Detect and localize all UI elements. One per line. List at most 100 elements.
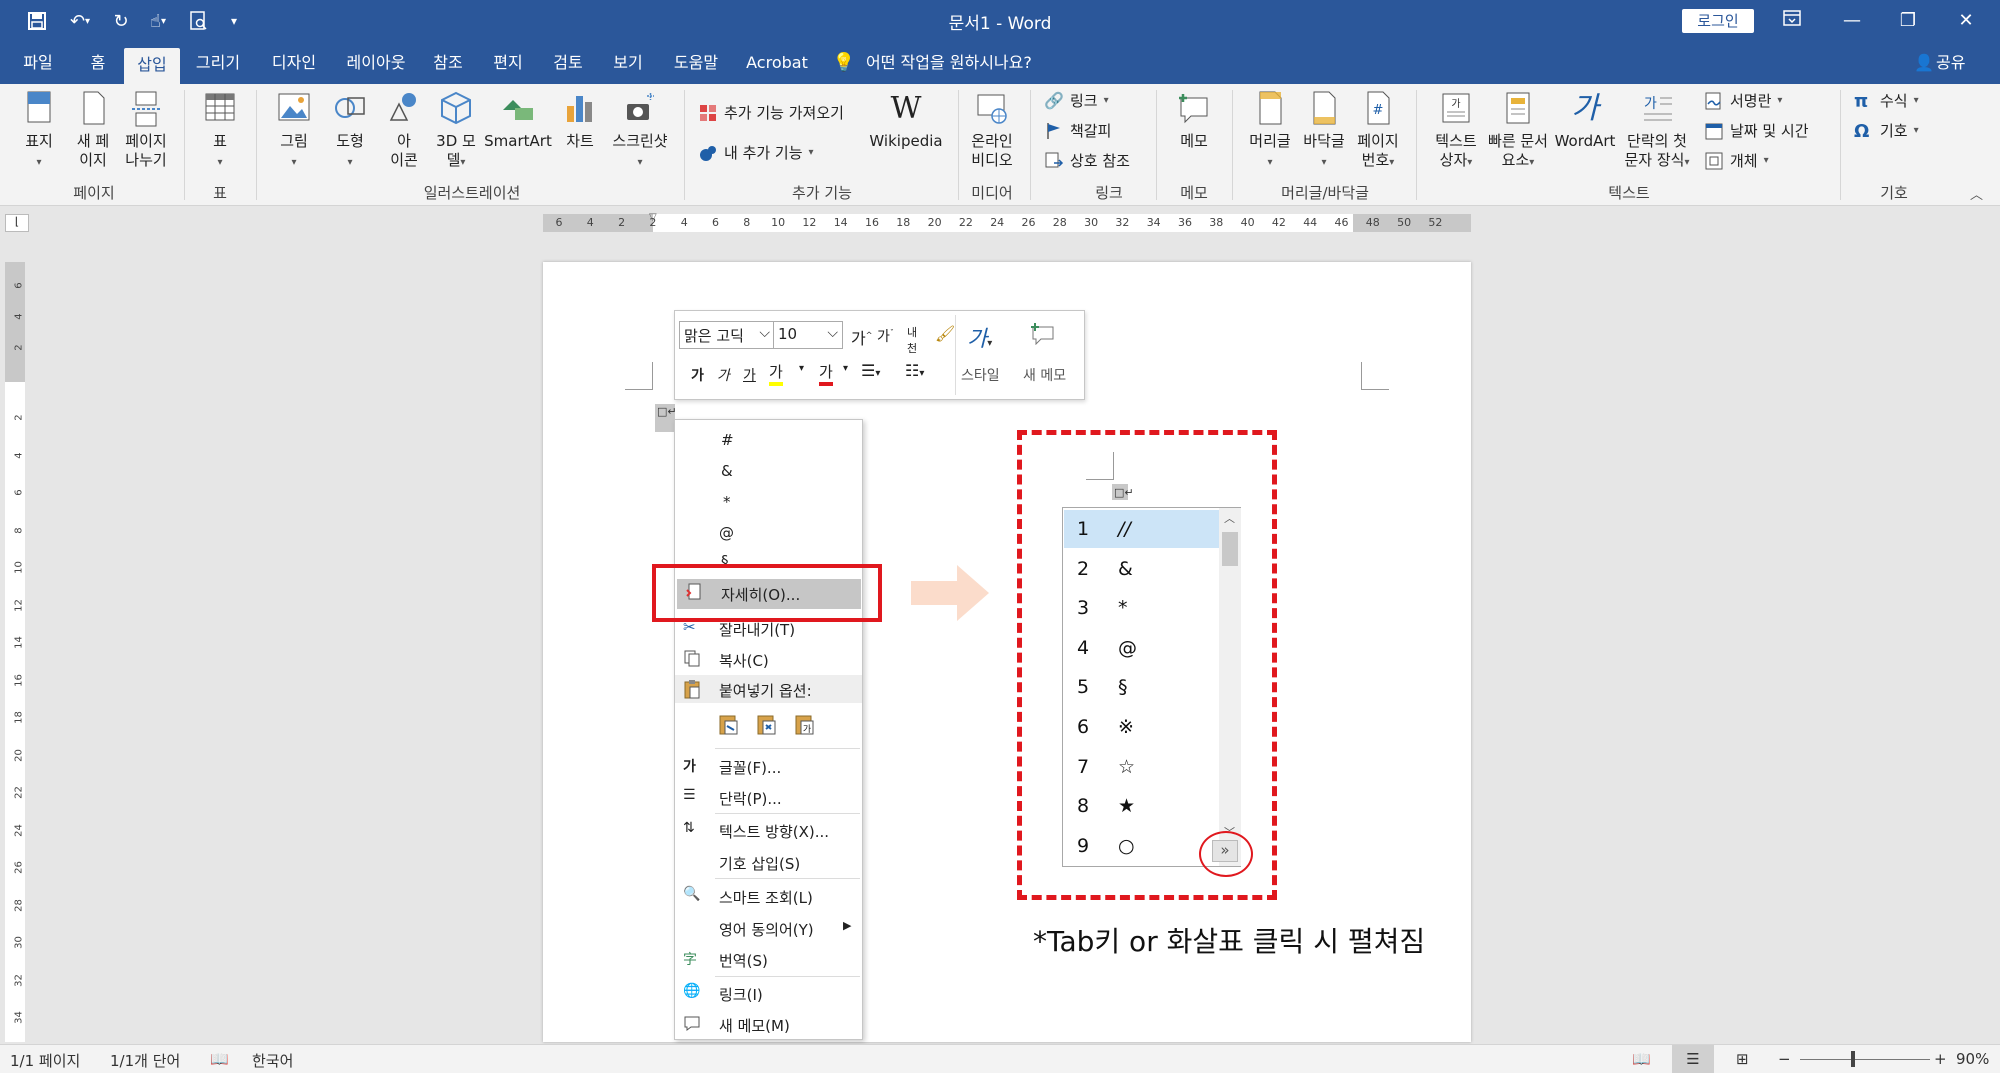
shapes-button[interactable]: 도형 ▾ bbox=[326, 90, 374, 172]
read-mode-icon[interactable]: 📖 bbox=[1632, 1050, 1651, 1068]
collapse-ribbon-icon[interactable]: ︿ bbox=[1970, 184, 1983, 203]
autocomplete-row[interactable]: 8 ★ bbox=[1064, 787, 1219, 825]
scrollbar-thumb[interactable] bbox=[1222, 532, 1238, 566]
italic-icon[interactable]: 가 bbox=[717, 365, 730, 385]
new-comment-icon[interactable] bbox=[1029, 321, 1055, 349]
vertical-ruler[interactable]: 6 4 2 2 4 6 8 10 12 14 16 18 20 22 24 26 28 30 32 34 bbox=[5, 262, 25, 1042]
text-box-button[interactable]: 가 텍스트 상자▾ bbox=[1428, 90, 1484, 172]
symbol-autocomplete-list[interactable]: 1//2 & 3 * 4 @5 § 6 ※ 7 ☆ 8 ★ 9 ○ ︿ ﹀ bbox=[1062, 507, 1241, 867]
new-comment-label[interactable]: 새 메모 bbox=[1023, 365, 1066, 385]
font-name-combo[interactable]: 맑은 고딕 ⌵ bbox=[679, 321, 775, 349]
chevron-down-icon[interactable]: ▾ bbox=[843, 363, 848, 374]
screenshot-button[interactable]: 스크린샷 ▾ bbox=[606, 90, 674, 172]
tab-references[interactable]: 참조 bbox=[424, 42, 472, 84]
equation-button[interactable]: π 수식 ▾ bbox=[1854, 90, 1919, 112]
smart-lookup-item[interactable]: 🔍 스마트 조회(L) bbox=[675, 882, 862, 910]
tab-review[interactable]: 검토 bbox=[544, 42, 592, 84]
page-count[interactable]: 1/1 페이지 bbox=[10, 1050, 80, 1071]
tab-help[interactable]: 도움말 bbox=[664, 42, 728, 84]
symbol-suggestion-item[interactable]: * bbox=[675, 488, 862, 516]
blank-page-button[interactable]: 새 페 이지 bbox=[68, 90, 118, 170]
autocomplete-row[interactable]: 2 & bbox=[1064, 550, 1219, 588]
cross-reference-button[interactable]: 상호 참조 bbox=[1044, 150, 1130, 171]
web-layout-icon[interactable]: ⊞ bbox=[1736, 1050, 1749, 1068]
grow-font-icon[interactable]: 가^ bbox=[851, 325, 872, 349]
font-size-combo[interactable]: 10 ⌵ bbox=[773, 321, 843, 349]
get-addins-button[interactable]: 추가 기능 가져오기 bbox=[698, 102, 844, 123]
insert-symbol-item[interactable]: 기호 삽입(S) bbox=[675, 848, 862, 876]
tab-acrobat[interactable]: Acrobat bbox=[740, 42, 814, 84]
tab-selector[interactable]: ⌊ bbox=[5, 214, 29, 232]
picture-button[interactable]: 그림 ▾ bbox=[270, 90, 318, 172]
paragraph-item[interactable]: ☰ 단락(P)... bbox=[675, 783, 862, 811]
symbol-button[interactable]: Ω 기호 ▾ bbox=[1854, 120, 1919, 142]
tab-file[interactable]: 파일 bbox=[14, 42, 62, 84]
zoom-out-button[interactable]: − bbox=[1778, 1050, 1791, 1068]
text-direction-item[interactable]: ⇅ 텍스트 방향(X)... bbox=[675, 816, 862, 844]
footer-button[interactable]: 바닥글 ▾ bbox=[1298, 90, 1350, 172]
quick-parts-button[interactable]: 빠른 문서 요소▾ bbox=[1486, 90, 1550, 172]
symbol-suggestion-item[interactable]: & bbox=[675, 457, 862, 485]
new-comment-item[interactable]: 새 메모(M) bbox=[675, 1010, 862, 1038]
word-count[interactable]: 1/1개 단어 bbox=[110, 1050, 180, 1071]
autocomplete-row[interactable]: 1 // bbox=[1064, 510, 1219, 548]
tab-view[interactable]: 보기 bbox=[604, 42, 652, 84]
smartart-button[interactable]: SmartArt bbox=[484, 90, 552, 151]
shrink-font-icon[interactable]: 가ˇ bbox=[877, 326, 894, 346]
tab-layout[interactable]: 레이아웃 bbox=[338, 42, 414, 84]
tab-design[interactable]: 디자인 bbox=[262, 42, 326, 84]
symbol-suggestion-item[interactable]: @ bbox=[675, 519, 862, 547]
scrollbar[interactable]: ︿ ﹀ bbox=[1219, 508, 1241, 866]
wikipedia-button[interactable]: W Wikipedia bbox=[866, 90, 946, 151]
font-item[interactable]: 가 글꼴(F)... bbox=[675, 752, 862, 780]
autocomplete-row[interactable]: 7 ☆ bbox=[1064, 748, 1219, 786]
indent-marker[interactable]: ▽ bbox=[649, 212, 657, 223]
share-person-icon[interactable]: 👤 bbox=[1912, 42, 1936, 84]
minimize-icon[interactable]: — bbox=[1830, 4, 1874, 38]
proofing-icon[interactable]: 📖 bbox=[210, 1050, 229, 1068]
highlight-color-icon[interactable]: 가 bbox=[769, 361, 783, 386]
my-addins-button[interactable]: 내 추가 기능 ▾ bbox=[698, 142, 814, 163]
header-button[interactable]: 머리글 ▾ bbox=[1244, 90, 1296, 172]
copy-item[interactable]: 복사(C) bbox=[675, 645, 862, 673]
paste-keep-formatting-icon[interactable] bbox=[717, 712, 741, 740]
close-icon[interactable]: ✕ bbox=[1944, 4, 1988, 38]
date-time-button[interactable]: 날짜 및 시간 bbox=[1704, 120, 1809, 141]
autocomplete-row[interactable]: 6 ※ bbox=[1064, 708, 1219, 746]
new-comment-button[interactable]: 메모 bbox=[1168, 90, 1220, 151]
page-break-button[interactable]: 페이지 나누기 bbox=[118, 90, 174, 170]
underline-icon[interactable]: 가 bbox=[743, 365, 756, 385]
tab-insert[interactable]: 삽입 bbox=[124, 48, 180, 84]
phonetic-guide-icon[interactable]: 내천 bbox=[907, 324, 917, 356]
styles-label[interactable]: 스타일 bbox=[961, 365, 1000, 385]
horizontal-ruler[interactable]: 6 4 2 2 4 6 8 10 12 14 16 18 20 22 24 26 28 30 32 34 36 38 40 4… bbox=[543, 212, 1471, 232]
bold-icon[interactable]: 가 bbox=[691, 365, 704, 385]
login-button[interactable]: 로그인 bbox=[1682, 9, 1754, 33]
styles-icon[interactable]: 가▾ bbox=[967, 321, 992, 353]
bullets-icon[interactable]: ☰▾ bbox=[861, 361, 880, 380]
signature-line-button[interactable]: 서명란 ▾ bbox=[1704, 90, 1782, 111]
tab-home[interactable]: 홈 bbox=[76, 42, 120, 84]
symbol-suggestion-item[interactable]: # bbox=[675, 426, 862, 454]
share-button[interactable]: 공유 bbox=[1936, 42, 1976, 84]
font-color-icon[interactable]: 가 bbox=[819, 361, 833, 386]
print-layout-icon[interactable]: ☰ bbox=[1672, 1045, 1714, 1073]
autocomplete-row[interactable]: 3 * bbox=[1064, 589, 1219, 627]
synonyms-item[interactable]: 영어 동의어(Y) ▶ bbox=[675, 914, 862, 942]
cover-page-button[interactable]: 표지 ▾ bbox=[14, 90, 64, 172]
chart-button[interactable]: 차트 bbox=[558, 90, 602, 151]
tab-mailings[interactable]: 편지 bbox=[484, 42, 532, 84]
chevron-down-icon[interactable]: ▾ bbox=[799, 363, 804, 374]
autocomplete-row[interactable]: 4 @ bbox=[1064, 629, 1219, 667]
zoom-level[interactable]: 90% bbox=[1956, 1050, 1989, 1068]
autocomplete-row[interactable]: 9 ○ bbox=[1064, 827, 1219, 865]
3d-models-button[interactable]: 3D 모 델▾ bbox=[432, 90, 480, 172]
tell-me-search[interactable]: 어떤 작업을 원하시나요? bbox=[866, 42, 1046, 84]
drop-cap-button[interactable]: 가 단락의 첫 문자 장식▾ bbox=[1618, 90, 1696, 172]
paste-text-only-icon[interactable]: 가 bbox=[793, 712, 817, 740]
autocomplete-row[interactable]: 5 § bbox=[1064, 668, 1219, 706]
restore-icon[interactable]: ❐ bbox=[1886, 4, 1930, 38]
icons-button[interactable]: 아 이콘 bbox=[382, 90, 426, 170]
paste-merge-formatting-icon[interactable] bbox=[755, 712, 779, 740]
bookmark-button[interactable]: 책갈피 bbox=[1044, 120, 1111, 141]
